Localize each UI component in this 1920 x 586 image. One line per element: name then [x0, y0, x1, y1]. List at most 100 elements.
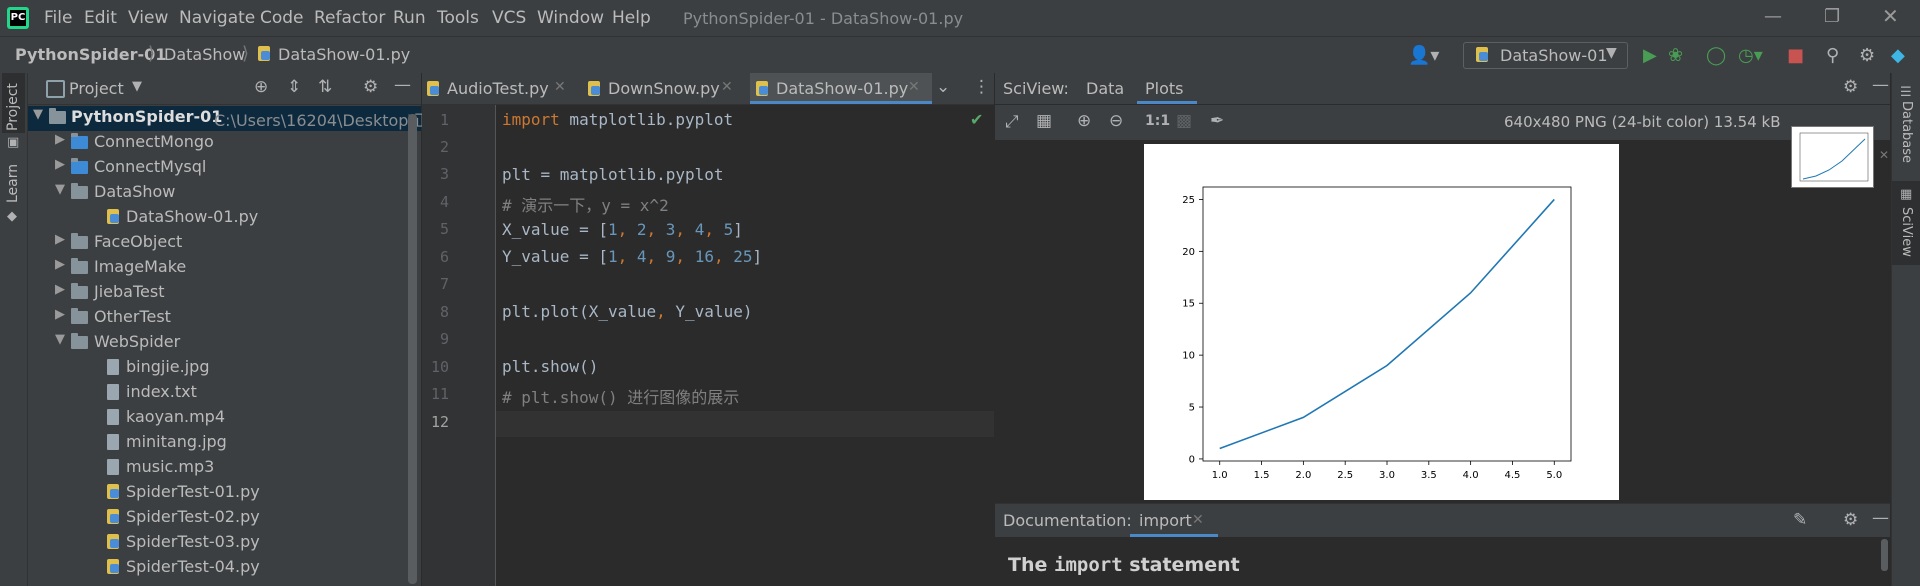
- doc-heading-text: statement: [1122, 554, 1240, 576]
- debug-icon[interactable]: ❀: [1668, 45, 1683, 66]
- project-scrollbar[interactable]: [408, 114, 417, 584]
- project-icon: [46, 80, 65, 98]
- folder-icon: [71, 333, 88, 349]
- tree-item-label: SpiderTest-01.py: [126, 482, 260, 501]
- menu-bar: PC File Edit View Navigate Code Refactor…: [0, 0, 1920, 36]
- tab-plots[interactable]: Plots: [1137, 73, 1197, 104]
- python-file-icon: [107, 484, 119, 499]
- hide-panel-icon[interactable]: —: [1872, 508, 1889, 528]
- user-icon[interactable]: 👤▾: [1408, 45, 1439, 66]
- breadcrumb-project[interactable]: PythonSpider-01: [15, 45, 166, 64]
- actual-size-button[interactable]: 1:1: [1145, 113, 1170, 129]
- database-tool-tab[interactable]: Database: [1899, 101, 1914, 163]
- menu-code[interactable]: Code: [260, 8, 304, 28]
- tab-downsnow[interactable]: DownSnow.py ✕: [583, 73, 750, 104]
- chevron-right-icon[interactable]: ▶: [55, 157, 65, 172]
- menu-tools[interactable]: Tools: [437, 8, 479, 28]
- chevron-right-icon[interactable]: ▶: [55, 232, 65, 247]
- code-text: Y_value = [: [502, 247, 608, 266]
- project-tool-tab[interactable]: Project: [5, 83, 21, 131]
- hide-panel-icon[interactable]: —: [1872, 75, 1889, 95]
- menu-edit[interactable]: Edit: [84, 8, 117, 28]
- chevron-down-icon[interactable]: ▼: [55, 332, 65, 347]
- current-line-highlight: [496, 411, 994, 437]
- tab-label: AudioTest.py: [447, 79, 549, 98]
- tab-audiotest[interactable]: AudioTest.py ✕: [422, 73, 582, 104]
- coverage-icon[interactable]: ◯: [1706, 45, 1726, 66]
- line-number: 2: [439, 138, 449, 156]
- zoom-in-icon[interactable]: ⊕: [1077, 111, 1091, 131]
- breadcrumb-folder[interactable]: DataShow: [164, 45, 245, 64]
- chevron-right-icon[interactable]: ▶: [55, 307, 65, 322]
- gear-icon[interactable]: ⚙: [363, 77, 378, 97]
- hide-panel-icon[interactable]: —: [394, 75, 411, 95]
- chevron-down-icon[interactable]: ⌄: [936, 77, 950, 97]
- locate-icon[interactable]: ⊕: [254, 77, 268, 97]
- stop-icon[interactable]: ■: [1787, 45, 1804, 66]
- x-tick-label: 2.5: [1337, 470, 1353, 481]
- chevron-right-icon[interactable]: ▶: [55, 282, 65, 297]
- plot-toolbar: ⤢ ▦ ⊕ ⊖ 1:1 ▩ ✒ 640x480 PNG (24-bit colo…: [995, 105, 1890, 140]
- learn-tool-tab[interactable]: Learn: [5, 164, 21, 203]
- color-picker-icon[interactable]: ✒: [1210, 111, 1224, 131]
- python-file-icon: [427, 81, 439, 96]
- chevron-right-icon[interactable]: ▶: [55, 132, 65, 147]
- line-chart: 1.0 1.5 2.0 2.5 3.0 3.5 4.0 4.5 5.0 0 5 10 15 20 25: [1182, 186, 1572, 481]
- restore-icon[interactable]: ❐: [1824, 6, 1840, 27]
- menu-help[interactable]: Help: [612, 8, 651, 28]
- fit-to-screen-icon[interactable]: ⤢: [1005, 112, 1019, 132]
- edit-source-icon[interactable]: ✎: [1793, 510, 1807, 530]
- doc-scrollbar[interactable]: [1881, 539, 1888, 571]
- tab-datashow-01[interactable]: DataShow-01.py ✕: [750, 73, 932, 104]
- close-tab-icon[interactable]: ✕: [908, 79, 920, 95]
- menu-refactor[interactable]: Refactor: [314, 8, 385, 28]
- run-configuration-select[interactable]: DataShow-01 ▼: [1463, 42, 1628, 69]
- close-thumbnail-icon[interactable]: ✕: [1879, 148, 1889, 162]
- tab-import-doc[interactable]: import ✕: [1130, 504, 1218, 537]
- plot-thumbnail[interactable]: [1791, 126, 1874, 188]
- search-icon[interactable]: ⚲: [1826, 45, 1839, 66]
- grid-icon[interactable]: ▦: [1036, 111, 1052, 131]
- x-tick-label: 3.5: [1421, 470, 1437, 481]
- project-panel-header: Project ▼ ⊕ ⇕ ⇅ ⚙ —: [28, 73, 421, 105]
- chevron-down-icon[interactable]: ▼: [33, 107, 43, 122]
- minimize-icon[interactable]: —: [1764, 6, 1782, 27]
- tree-item-label: index.txt: [126, 382, 197, 401]
- profile-icon[interactable]: ◷▾: [1738, 45, 1763, 66]
- close-tab-icon[interactable]: ✕: [554, 79, 566, 95]
- folder-icon: [49, 108, 66, 124]
- gear-icon[interactable]: ⚙: [1843, 510, 1858, 530]
- inspection-ok-icon[interactable]: ✔: [970, 110, 983, 129]
- settings-icon[interactable]: ⚙: [1859, 45, 1875, 66]
- documentation-title: Documentation:: [1003, 511, 1132, 530]
- breadcrumb-file[interactable]: DataShow-01.py: [278, 45, 410, 64]
- menu-navigate[interactable]: Navigate: [179, 8, 255, 28]
- close-tab-icon[interactable]: ✕: [1192, 512, 1204, 528]
- chevron-down-icon[interactable]: ▼: [132, 79, 142, 94]
- tab-plots-label: Plots: [1145, 79, 1184, 98]
- sciview-tool-tab[interactable]: SciView: [1899, 207, 1914, 257]
- expand-all-icon[interactable]: ⇕: [287, 77, 301, 97]
- menu-window[interactable]: Window: [537, 8, 604, 28]
- background-icon[interactable]: ▩: [1176, 111, 1192, 131]
- zoom-out-icon[interactable]: ⊖: [1109, 111, 1123, 131]
- close-window-icon[interactable]: ✕: [1882, 4, 1899, 28]
- menu-run[interactable]: Run: [393, 8, 426, 28]
- tab-data[interactable]: Data: [1086, 79, 1124, 98]
- close-tab-icon[interactable]: ✕: [721, 79, 733, 95]
- menu-vcs[interactable]: VCS: [492, 8, 526, 28]
- run-icon[interactable]: ▶: [1643, 45, 1657, 66]
- toolbox-icon[interactable]: ◆: [1891, 45, 1905, 66]
- collapse-all-icon[interactable]: ⇅: [318, 77, 332, 97]
- line-number: 11: [430, 385, 449, 403]
- tree-root[interactable]: ▼ PythonSpider-01 C:\Users\16204\Desktop…: [28, 106, 446, 131]
- tree-item-label: ConnectMysql: [94, 157, 207, 176]
- more-icon[interactable]: ⋮: [973, 77, 990, 97]
- project-panel-title[interactable]: Project: [69, 79, 124, 98]
- menu-view[interactable]: View: [128, 8, 168, 28]
- gear-icon[interactable]: ⚙: [1843, 77, 1858, 97]
- menu-file[interactable]: File: [44, 8, 72, 28]
- chevron-right-icon[interactable]: ▶: [55, 257, 65, 272]
- x-tick-label: 4.0: [1463, 470, 1479, 481]
- chevron-down-icon[interactable]: ▼: [55, 182, 65, 197]
